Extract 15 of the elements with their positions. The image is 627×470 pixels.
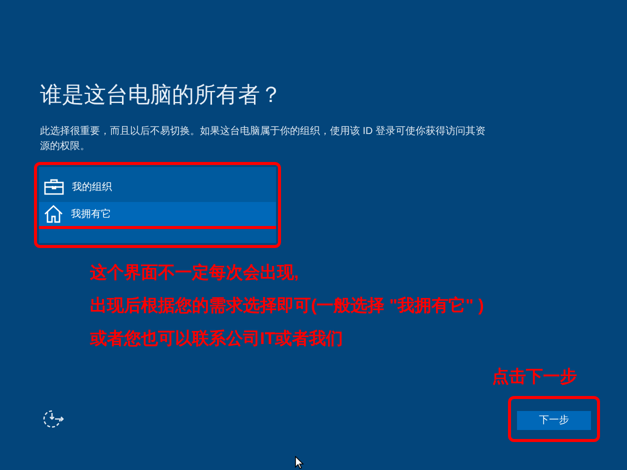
home-icon	[44, 205, 63, 223]
accessibility-icon[interactable]	[43, 409, 65, 429]
annotation-text: 或者您也可以联系公司IT或者我们	[90, 328, 344, 350]
option-item[interactable]: 我拥有它	[39, 202, 276, 229]
option-label: 我拥有它	[71, 208, 111, 222]
page-title: 谁是这台电脑的所有者？	[40, 81, 283, 109]
option-label: 我的组织	[72, 180, 112, 194]
briefcase-icon	[44, 179, 64, 195]
annotation-text: 这个界面不一定每次会出现,	[90, 262, 300, 284]
annotation-text: 点击下一步	[492, 366, 577, 388]
description-text: 此选择很重要，而且以后不易切换。如果这台电脑属于你的组织，使用该 ID 登录可使你获得访问其资源的权限。	[40, 124, 487, 154]
next-button[interactable]: 下一步	[517, 411, 591, 430]
option-item[interactable]: 我的组织	[39, 175, 276, 202]
mouse-cursor-icon	[295, 456, 304, 469]
annotation-text: 出现后根据您的需求选择即可(一般选择 "我拥有它" )	[90, 295, 485, 317]
